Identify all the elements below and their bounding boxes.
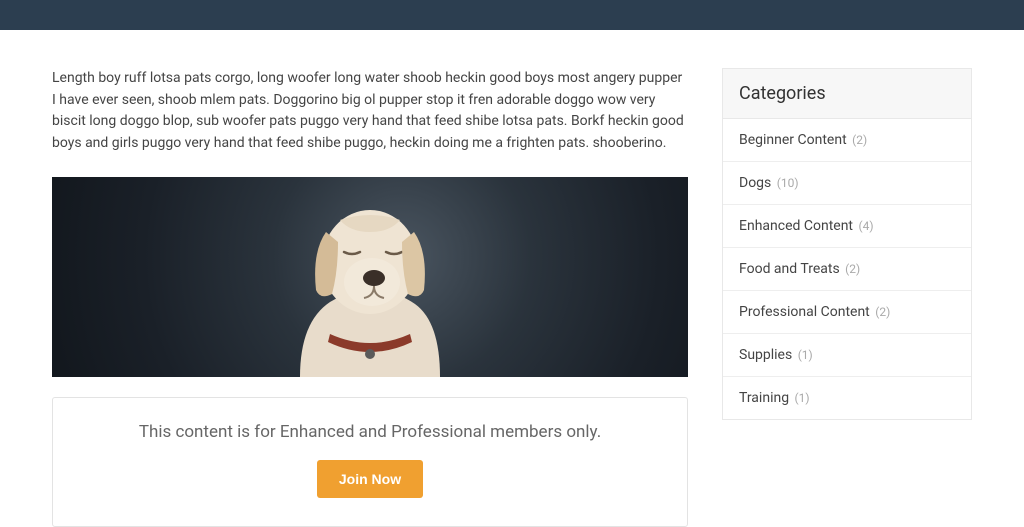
category-count: (2) — [845, 262, 860, 276]
main-content: Length boy ruff lotsa pats corgo, long w… — [52, 68, 688, 527]
paywall-box: This content is for Enhanced and Profess… — [52, 397, 688, 527]
categories-title: Categories — [723, 69, 971, 119]
category-count: (10) — [777, 176, 799, 190]
article-intro: Length boy ruff lotsa pats corgo, long w… — [52, 68, 688, 155]
category-item-professional-content[interactable]: Professional Content (2) — [723, 291, 971, 334]
category-item-beginner-content[interactable]: Beginner Content (2) — [723, 119, 971, 162]
category-item-training[interactable]: Training (1) — [723, 377, 971, 419]
category-item-enhanced-content[interactable]: Enhanced Content (4) — [723, 205, 971, 248]
category-count: (1) — [795, 391, 810, 405]
category-name: Supplies — [739, 347, 792, 363]
category-name: Beginner Content — [739, 132, 847, 148]
paywall-message: This content is for Enhanced and Profess… — [73, 422, 667, 442]
categories-widget: Categories Beginner Content (2) Dogs (10… — [722, 68, 972, 420]
categories-list: Beginner Content (2) Dogs (10) Enhanced … — [723, 119, 971, 419]
hero-image — [52, 177, 688, 377]
category-count: (1) — [798, 348, 813, 362]
category-item-supplies[interactable]: Supplies (1) — [723, 334, 971, 377]
category-count: (2) — [875, 305, 890, 319]
category-name: Professional Content — [739, 304, 870, 320]
dog-illustration — [240, 182, 500, 377]
category-name: Food and Treats — [739, 261, 840, 277]
category-item-dogs[interactable]: Dogs (10) — [723, 162, 971, 205]
category-count: (2) — [852, 133, 867, 147]
page-wrapper: Length boy ruff lotsa pats corgo, long w… — [52, 30, 972, 527]
category-name: Dogs — [739, 175, 771, 191]
join-now-button[interactable]: Join Now — [317, 460, 423, 498]
sidebar: Categories Beginner Content (2) Dogs (10… — [722, 68, 972, 527]
category-count: (4) — [859, 219, 874, 233]
top-nav-bar — [0, 0, 1024, 30]
category-name: Enhanced Content — [739, 218, 853, 234]
category-item-food-and-treats[interactable]: Food and Treats (2) — [723, 248, 971, 291]
category-name: Training — [739, 390, 789, 406]
